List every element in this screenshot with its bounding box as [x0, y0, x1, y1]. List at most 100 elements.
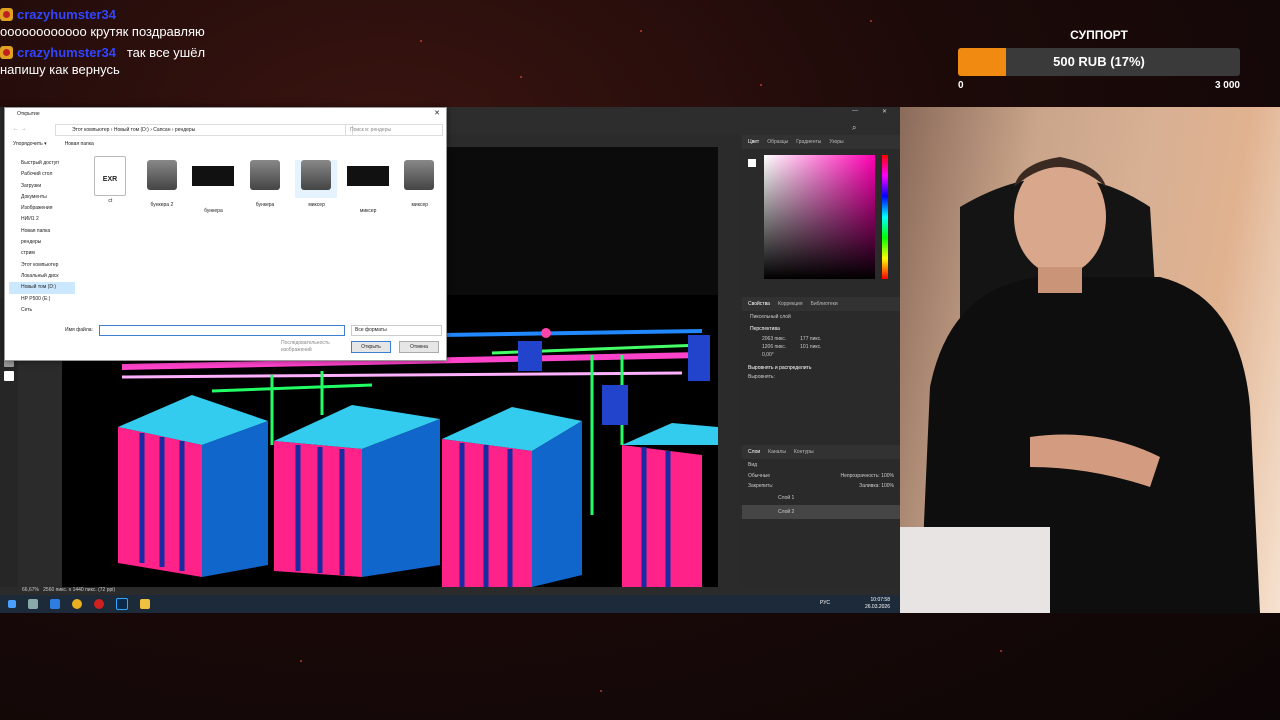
taskview-icon[interactable] [28, 599, 38, 609]
clock-time[interactable]: 10:07:58 [865, 597, 890, 604]
window-minimize-icon[interactable]: — [852, 108, 858, 114]
chat-text: оооооооооооо крутяк поздравляю [0, 24, 205, 39]
blend-mode-select[interactable]: Обычные [748, 473, 770, 479]
file-item[interactable]: бункера 2 [141, 156, 184, 212]
support-max: 3 000 [1214, 80, 1240, 91]
file-item[interactable]: миксер [295, 156, 338, 212]
chat-username: crazyhumster34 [17, 7, 116, 22]
file-type-select[interactable]: Все форматы [351, 325, 442, 336]
exr-file-icon: EXR [94, 156, 126, 196]
align-title: Выровнять и распределить [748, 365, 812, 371]
language-indicator[interactable]: РУС [820, 600, 830, 607]
photoshop-panels: Цвет Образцы Градиенты Узоры Свойства Ко… [742, 135, 900, 587]
angle-field[interactable]: 0,00° [742, 351, 900, 359]
close-icon[interactable]: ✕ [434, 108, 440, 120]
color-panel-tabs: Цвет Образцы Градиенты Узоры [742, 135, 900, 149]
file-thumbnail [295, 160, 338, 198]
photoshop-top-bar: ⌕ — ✕ [446, 107, 900, 135]
model-thumbnail [404, 160, 435, 190]
sidebar-item[interactable]: Сеть [9, 305, 75, 316]
model-thumbnail [301, 160, 332, 190]
color-picker-field[interactable] [764, 155, 875, 279]
zoom-level[interactable]: 66,67% [22, 587, 39, 593]
y-field[interactable]: 101 пикс. [800, 344, 821, 350]
organize-button[interactable]: Упорядочить ▾ [13, 141, 47, 147]
tab-gradients[interactable]: Градиенты [796, 139, 821, 145]
file-thumbnail [346, 166, 389, 204]
opacity-label: Непрозрачность: [840, 473, 880, 479]
fill-label: Заливка: [859, 483, 880, 489]
document-size: 2560 пикс. x 1440 пикс. (72 ppi) [43, 587, 116, 593]
opacity-value[interactable]: 100% [881, 473, 894, 479]
tab-swatches[interactable]: Образцы [767, 139, 788, 145]
sidebar-item[interactable]: Рабочий стол [9, 169, 75, 180]
height-field[interactable]: 1206 пикс. [762, 344, 786, 350]
window-close-icon[interactable]: ✕ [882, 108, 887, 115]
sidebar-item[interactable]: рендеры [9, 237, 75, 248]
hue-slider[interactable] [882, 155, 888, 279]
search-icon[interactable]: ⌕ [852, 123, 856, 133]
chat-message: crazyhumster34 так все ушёл напишу как в… [0, 44, 230, 78]
address-bar[interactable]: Этот компьютер › Новый том (D:) › Сапсан… [55, 124, 353, 136]
sidebar-item[interactable]: Загрузки [9, 181, 75, 192]
file-thumbnail: EXR [89, 156, 131, 196]
chat-overlay: crazyhumster34 оооооооооооо крутяк поздр… [0, 6, 230, 82]
sidebar-item[interactable]: стрим [9, 248, 75, 259]
file-name: миксер [411, 202, 429, 208]
file-item[interactable]: EXR ct [89, 156, 132, 212]
tab-properties[interactable]: Свойства [748, 301, 770, 307]
layer-row-selected[interactable]: Слой 2 [742, 505, 900, 519]
layer-name: Слой 2 [778, 509, 795, 515]
photoshop-icon[interactable] [116, 598, 128, 610]
sidebar-item[interactable]: Этот компьютер [9, 260, 75, 271]
sequence-checkbox[interactable]: Последовательность изображений [281, 340, 351, 354]
layers-panel-tabs: Слои Каналы Контуры [742, 445, 900, 459]
tab-layers[interactable]: Слои [748, 449, 760, 455]
system-tray: РУС 10:07:58 26.03.2026 [820, 597, 890, 611]
model-thumbnail [146, 160, 177, 190]
file-item[interactable]: миксер [346, 156, 390, 214]
file-thumbnail [141, 160, 183, 198]
clock-date[interactable]: 26.03.2026 [865, 604, 890, 611]
file-item[interactable]: бункера [192, 156, 235, 214]
sidebar-item[interactable]: Новая папка [9, 226, 75, 237]
tab-color[interactable]: Цвет [748, 139, 759, 145]
fill-value[interactable]: 100% [881, 483, 894, 489]
back-icon[interactable]: ← → [13, 126, 27, 132]
x-field[interactable]: 177 пикс. [800, 336, 821, 342]
search-input[interactable]: Поиск в: рендеры [345, 124, 443, 136]
sidebar-item[interactable]: Быстрый доступ [9, 158, 75, 169]
folder-icon[interactable] [140, 599, 150, 609]
tab-paths[interactable]: Контуры [794, 449, 814, 455]
sidebar-item[interactable]: Новый том (D:) [9, 282, 75, 294]
sidebar-item[interactable]: Документы [9, 192, 75, 203]
tab-libraries[interactable]: Библиотеки [811, 301, 838, 307]
sidebar-item[interactable]: НИИ1 2 [9, 214, 75, 225]
chat-username: crazyhumster34 [17, 45, 116, 60]
tab-patterns[interactable]: Узоры [829, 139, 843, 145]
sidebar-item[interactable]: Локальный диск [9, 271, 75, 282]
layer-row[interactable]: Слой 1 [742, 491, 900, 505]
app-icon[interactable] [50, 599, 60, 609]
render-thumbnail [346, 166, 389, 186]
sidebar-item[interactable]: Изображения [9, 203, 75, 214]
chrome-icon[interactable] [72, 599, 82, 609]
browser-icon[interactable] [94, 599, 104, 609]
width-field[interactable]: 2063 пикс. [762, 336, 786, 342]
filename-input[interactable] [99, 325, 345, 336]
file-item[interactable]: бункера [244, 156, 287, 212]
layer-filter[interactable]: Вид [742, 459, 900, 471]
tab-adjustments[interactable]: Коррекция [778, 301, 803, 307]
properties-layer-type: Пиксельный слой [750, 314, 791, 320]
tab-channels[interactable]: Каналы [768, 449, 786, 455]
start-icon[interactable] [8, 600, 16, 608]
new-folder-button[interactable]: Новая папка [65, 141, 94, 147]
text-tool-icon[interactable] [4, 361, 14, 367]
file-item[interactable]: миксер [398, 156, 441, 212]
foreground-color-icon[interactable] [4, 371, 14, 381]
open-button[interactable]: Открыть [351, 341, 391, 353]
cancel-button[interactable]: Отмена [399, 341, 439, 353]
file-name: бункера [255, 202, 275, 208]
sidebar-item[interactable]: HP P500 (E:) [9, 294, 75, 305]
foreground-swatch[interactable] [748, 159, 756, 167]
